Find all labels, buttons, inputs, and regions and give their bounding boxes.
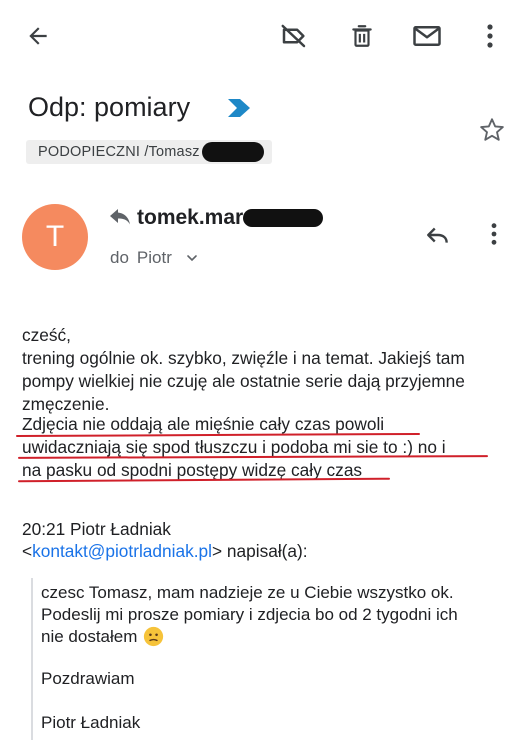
more-vert-icon (487, 24, 493, 48)
body-line: trening ogólnie ok. szybko, zwięźle i na… (22, 348, 465, 368)
redaction-mark (243, 209, 324, 227)
sender-name[interactable]: tomek.mar (137, 206, 324, 230)
recipient-prefix: do (110, 248, 129, 267)
mark-unread-button[interactable] (408, 18, 446, 54)
confused-face-icon (144, 626, 164, 647)
recipient-line[interactable]: do Piotr (110, 248, 200, 268)
label-chip[interactable]: PODOPIECZNI /Tomasz (26, 140, 272, 164)
sender-name-text: tomek.mar (137, 206, 244, 229)
quote-header-email-line: <kontakt@piotrladniak.pl> napisał(a): (22, 541, 308, 562)
email-bracket-open: < (22, 541, 33, 561)
label-chip-text: PODOPIECZNI /Tomasz (38, 144, 200, 160)
recipient-name: Piotr (136, 248, 172, 267)
mail-icon (413, 26, 441, 46)
message-more-button[interactable] (482, 218, 506, 250)
body-line: Zdjęcia nie oddają ale mięśnie cały czas… (22, 414, 385, 434)
remove-label-button[interactable] (276, 18, 312, 54)
quote-bar (31, 578, 33, 740)
more-vert-icon (491, 223, 497, 245)
body-line: pompy wielkiej nie czuję ale ostatnie se… (22, 371, 465, 391)
reply-icon (427, 227, 448, 243)
highlight-underline (17, 455, 489, 459)
reply-button[interactable] (420, 220, 456, 250)
quote-greeting: Pozdrawiam (41, 669, 135, 688)
quote-line: nie dostałem (41, 627, 138, 646)
quote-header-time: 20:21 Piotr Ładniak (22, 519, 171, 539)
avatar[interactable]: T (22, 204, 88, 270)
delete-button[interactable] (344, 18, 380, 54)
body-line: zmęczenie. (22, 394, 110, 414)
star-icon[interactable] (478, 116, 506, 144)
replied-icon (108, 205, 132, 227)
back-button[interactable] (22, 20, 54, 52)
chevron-down-icon (187, 255, 197, 262)
quote-signature: Piotr Ładniak (41, 713, 141, 732)
more-options-button[interactable] (476, 18, 504, 54)
importance-marker-icon[interactable] (226, 97, 252, 119)
back-arrow-icon (29, 27, 47, 45)
body-line: cześć, (22, 325, 71, 345)
quote-line-with-emoji: nie dostałem (41, 626, 164, 647)
redaction-mark (201, 142, 264, 162)
email-link[interactable]: kontakt@piotrladniak.pl (32, 541, 212, 561)
email-subject: Odp: pomiary (28, 92, 191, 122)
trash-icon (352, 25, 372, 47)
email-bracket-close: > napisał(a): (212, 541, 308, 561)
label-off-icon (281, 24, 306, 48)
quote-line: Podeslij mi prosze pomiary i zdjecia bo … (41, 605, 458, 624)
quote-line: czesc Tomasz, mam nadzieje ze u Ciebie w… (41, 583, 454, 602)
